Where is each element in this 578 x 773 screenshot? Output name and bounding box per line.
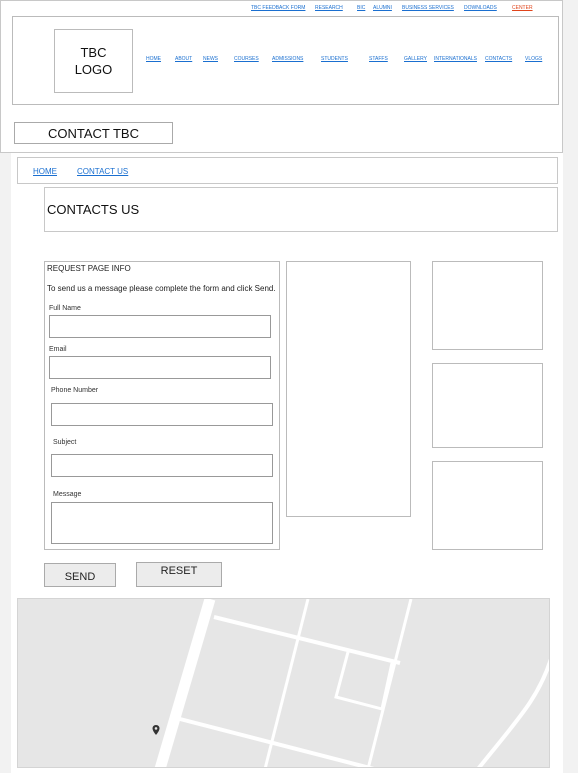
side-panel-top [432, 261, 543, 350]
form-title: REQUEST PAGE INFO [47, 264, 131, 273]
page: TBC FEEDBACK FORM RESEARCH BIC ALUMNI BU… [0, 0, 578, 773]
top-link-business-services[interactable]: BUSINESS SERVICES [402, 5, 454, 11]
breadcrumb-contact-us[interactable]: CONTACT US [77, 167, 128, 176]
subject-input[interactable] [51, 454, 273, 477]
phone-input[interactable] [51, 403, 273, 426]
top-link-center[interactable]: CENTER [512, 5, 533, 11]
site-logo[interactable]: TBC LOGO [54, 29, 133, 93]
full-name-input[interactable] [49, 315, 271, 338]
phone-label: Phone Number [51, 387, 99, 394]
reset-button[interactable]: RESET [136, 562, 222, 587]
nav-contacts[interactable]: CONTACTS [485, 56, 512, 62]
send-button[interactable]: SEND [44, 563, 116, 587]
nav-students[interactable]: STUDENTS [321, 56, 348, 62]
top-link-research[interactable]: RESEARCH [315, 5, 343, 11]
nav-internationals[interactable]: INTERNATIONALS [434, 56, 477, 62]
nav-home[interactable]: HOME [146, 56, 161, 62]
breadcrumb-home[interactable]: HOME [33, 167, 57, 176]
middle-panel [286, 261, 411, 517]
nav-news[interactable]: NEWS [203, 56, 218, 62]
location-map[interactable] [17, 598, 550, 768]
message-label: Message [53, 491, 82, 498]
email-label: Email [49, 346, 67, 353]
nav-staffs[interactable]: STAFFS [369, 56, 388, 62]
full-name-label: Full Name [49, 305, 81, 312]
nav-vlogs[interactable]: VLOGS [525, 56, 542, 62]
page-title-box: CONTACT TBC [14, 122, 173, 144]
side-panel-bottom [432, 461, 543, 550]
map-roads [154, 599, 549, 767]
nav-gallery[interactable]: GALLERY [404, 56, 427, 62]
nav-about[interactable]: ABOUT [175, 56, 192, 62]
form-intro: To send us a message please complete the… [47, 284, 276, 293]
side-panel-middle [432, 363, 543, 448]
top-link-downloads[interactable]: DOWNLOADS [464, 5, 497, 11]
subject-label: Subject [53, 439, 77, 446]
top-link-feedback[interactable]: TBC FEEDBACK FORM [251, 5, 305, 11]
map-pin-icon[interactable] [152, 725, 160, 735]
top-link-alumni[interactable]: ALUMNI [373, 5, 392, 11]
email-input[interactable] [49, 356, 271, 379]
nav-courses[interactable]: COURSES [234, 56, 259, 62]
nav-admissions[interactable]: ADMISSIONS [272, 56, 303, 62]
top-link-bar: TBC FEEDBACK FORM RESEARCH BIC ALUMNI BU… [0, 0, 578, 14]
top-link-bic[interactable]: BIC [357, 5, 365, 11]
message-textarea[interactable] [51, 502, 273, 544]
page-heading: CONTACTS US [47, 202, 140, 217]
